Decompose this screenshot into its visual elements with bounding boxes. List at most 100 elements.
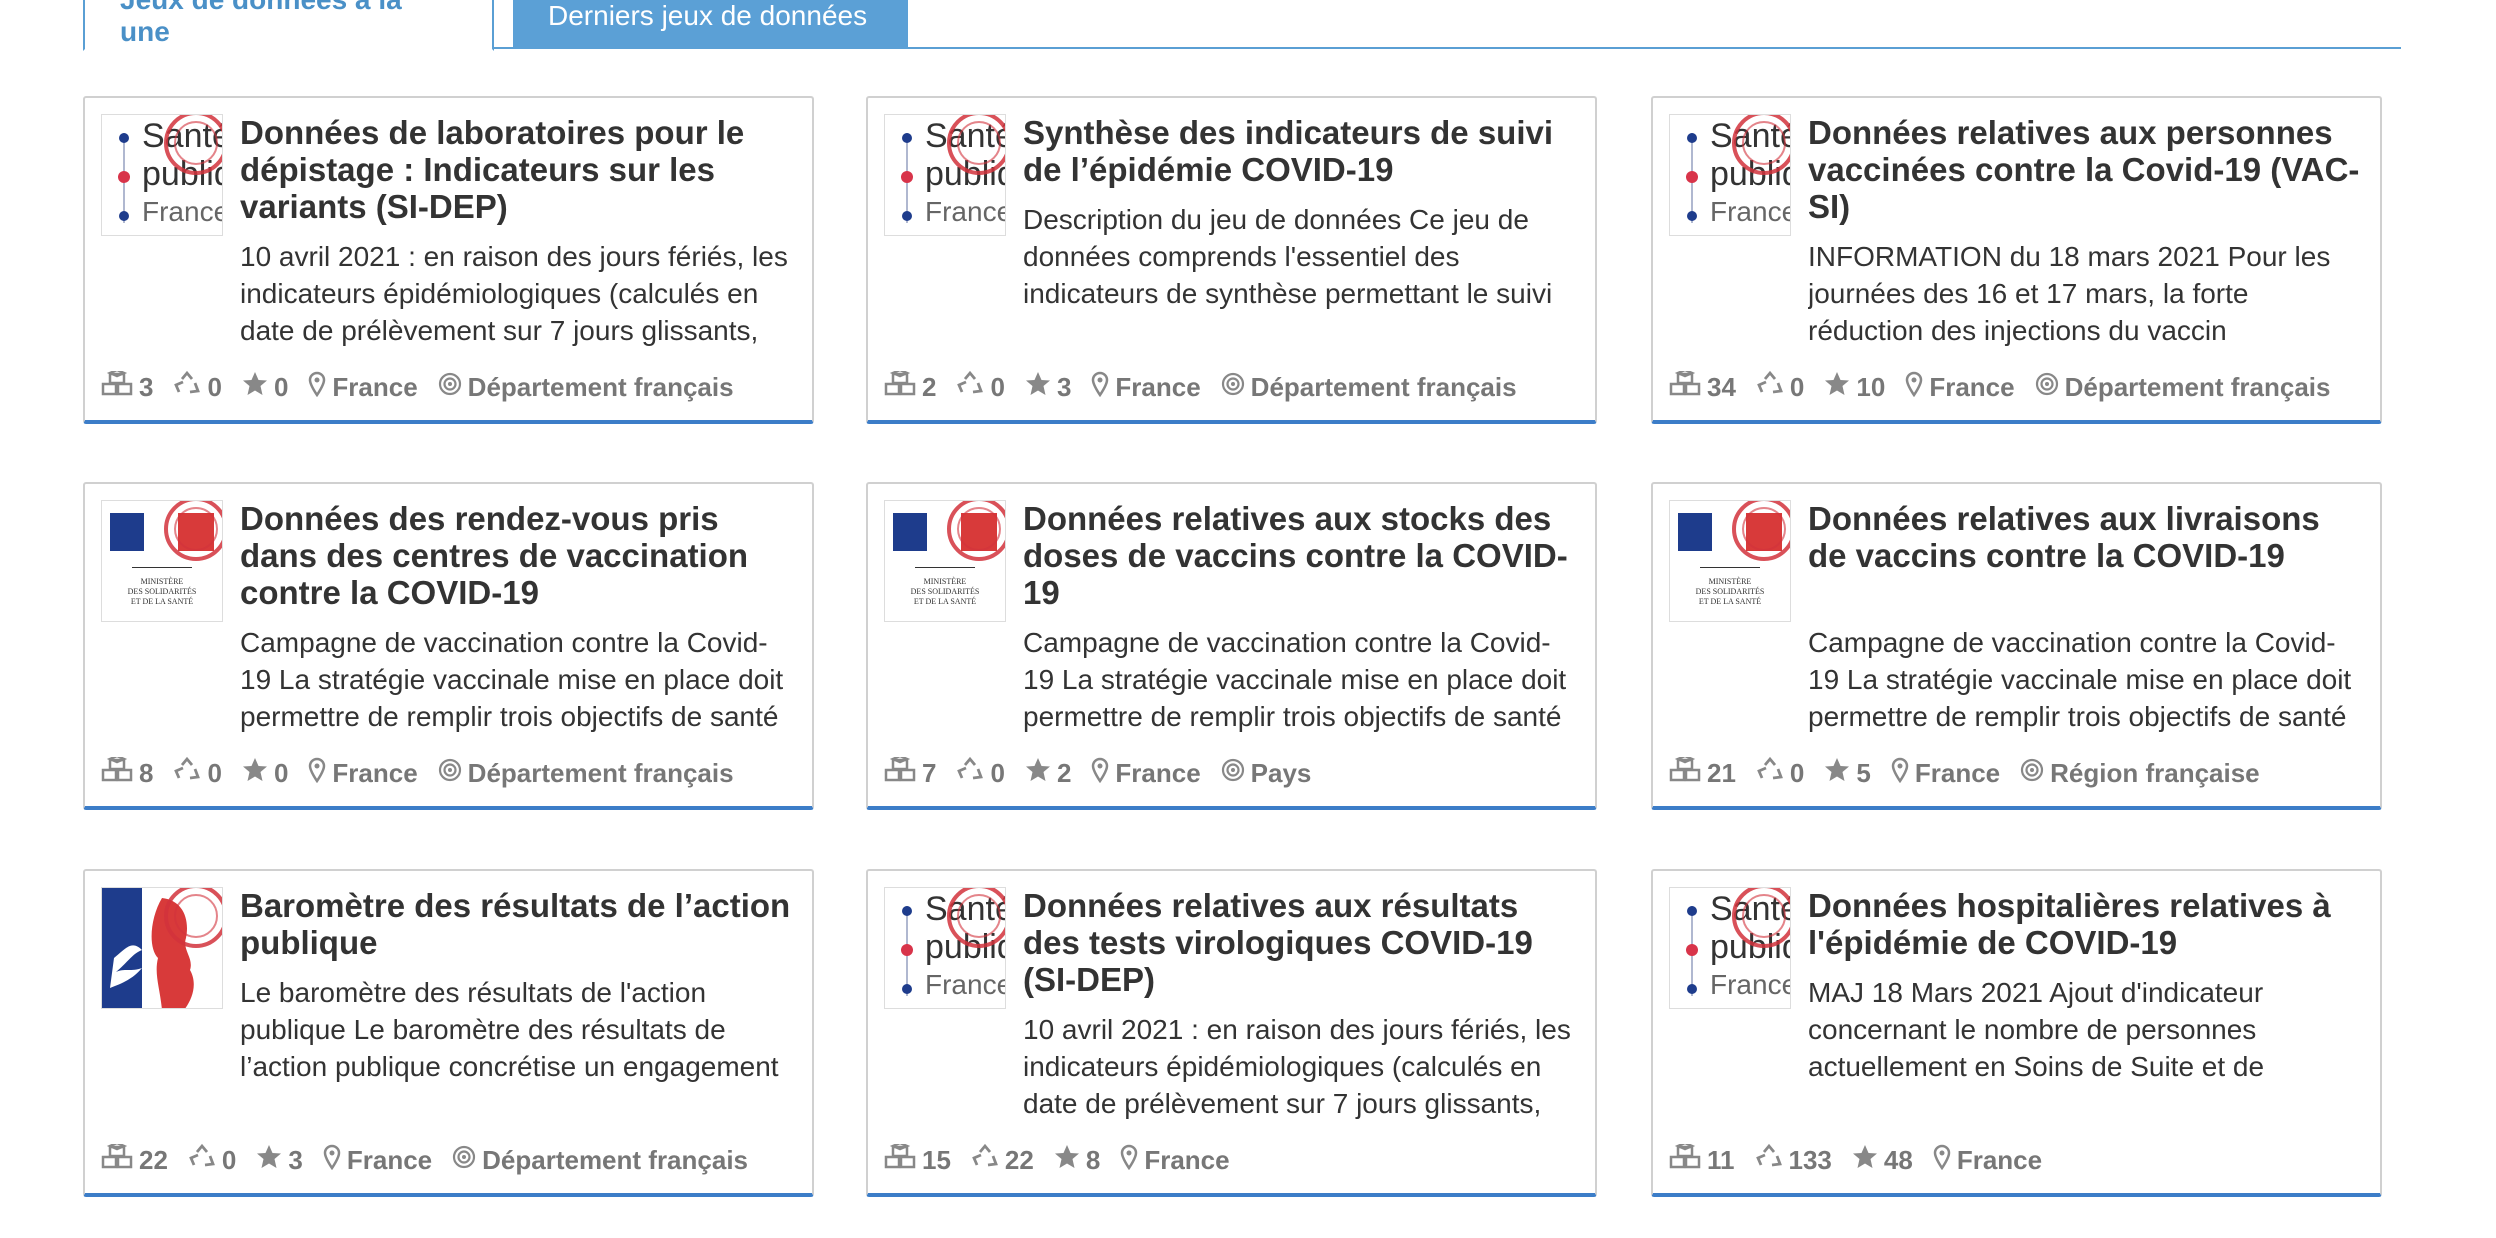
map-marker-icon — [1905, 371, 1929, 404]
star-icon — [1852, 1144, 1884, 1177]
logo-line: DES SOLIDARITÉS — [1695, 587, 1765, 596]
cubes-icon — [1669, 370, 1707, 404]
reuses-count: 133 — [1755, 1143, 1832, 1177]
followers-count: 2 — [1025, 757, 1071, 790]
tab-latest-datasets[interactable]: Derniers jeux de données — [513, 0, 908, 49]
dataset-title[interactable]: Données relatives aux stocks des doses d… — [1023, 500, 1581, 611]
spatial-granularity: Région française — [2020, 758, 2260, 789]
reuses-count: 0 — [188, 1143, 236, 1177]
dataset-card[interactable]: SantépubliqueFranceDonnées relatives aux… — [866, 869, 1597, 1197]
recycle-icon — [1756, 756, 1790, 790]
followers-count: 3 — [1025, 371, 1071, 404]
dataset-card[interactable]: MINISTÈRE DES SOLIDARITÉS ET DE LA SANTÉ Do… — [1651, 482, 2382, 810]
certified-stamp-icon — [164, 501, 222, 561]
dataset-metadata: 34 0 10 France Département français — [1669, 370, 2366, 404]
map-marker-icon — [308, 371, 332, 404]
spatial-granularity: Département français — [2035, 372, 2330, 403]
dataset-metadata: 3 0 0 France Département français — [101, 370, 798, 404]
spatial-zone: France — [308, 371, 418, 404]
bullseye-icon — [2020, 758, 2050, 789]
reuses-count: 0 — [956, 370, 1005, 404]
dataset-title[interactable]: Synthèse des indicateurs de suivi de l’é… — [1023, 114, 1581, 188]
star-icon — [1025, 757, 1057, 790]
bullseye-icon — [1221, 758, 1251, 789]
resources-count: 15 — [884, 1143, 951, 1177]
spatial-granularity: Pays — [1221, 758, 1311, 789]
map-marker-icon — [1933, 1144, 1957, 1177]
recycle-icon — [173, 756, 207, 790]
logo-line: ET DE LA SANTÉ — [1698, 597, 1762, 606]
cubes-icon — [884, 370, 922, 404]
organization-logo[interactable]: SantépubliqueFrance — [884, 887, 1006, 1009]
spatial-granularity: Département français — [438, 758, 734, 789]
logo-word: France — [1710, 969, 1791, 1000]
star-icon — [1025, 371, 1057, 404]
dataset-card[interactable]: SantépubliqueFranceDonnées relatives aux… — [1651, 96, 2382, 424]
bullseye-icon — [438, 372, 468, 403]
resources-count: 11 — [1669, 1143, 1735, 1177]
dataset-title[interactable]: Données relatives aux résultats des test… — [1023, 887, 1581, 998]
certified-stamp-icon — [947, 115, 1005, 175]
organization-logo[interactable]: SantépubliqueFrance — [1669, 114, 1791, 236]
organization-logo[interactable]: MINISTÈRE DES SOLIDARITÉS ET DE LA SANTÉ — [1669, 500, 1791, 622]
dataset-title[interactable]: Données de laboratoires pour le dépistag… — [240, 114, 798, 225]
organization-logo[interactable]: MINISTÈRE DES SOLIDARITÉS ET DE LA SANTÉ — [884, 500, 1006, 622]
logo-line: MINISTÈRE — [140, 577, 184, 586]
certified-stamp-icon — [164, 115, 222, 175]
dataset-metadata: 22 0 3 France Département français — [101, 1143, 798, 1177]
dataset-card[interactable]: SantépubliqueFranceSynthèse des indicate… — [866, 96, 1597, 424]
tab-featured-datasets[interactable]: Jeux de données à la une — [83, 0, 494, 51]
dataset-title[interactable]: Données relatives aux livraisons de vacc… — [1808, 500, 2366, 574]
bullseye-icon — [1221, 372, 1251, 403]
organization-logo[interactable]: MINISTÈRE DES SOLIDARITÉS ET DE LA SANTÉ — [101, 500, 223, 622]
organization-logo[interactable]: SantépubliqueFrance — [101, 114, 223, 236]
dataset-tabs: Jeux de données à la une Derniers jeux d… — [83, 0, 2401, 51]
dataset-card[interactable]: MINISTÈRE DES SOLIDARITÉS ET DE LA SANTÉ Do… — [83, 482, 814, 810]
logo-word: France — [925, 196, 1006, 227]
dataset-title[interactable]: Données relatives aux personnes vaccinée… — [1808, 114, 2366, 225]
certified-stamp-icon — [164, 888, 222, 948]
dataset-card[interactable]: SantépubliqueFranceDonnées hospitalières… — [1651, 869, 2382, 1197]
certified-stamp-icon — [1732, 501, 1790, 561]
spatial-zone: France — [308, 757, 418, 790]
map-marker-icon — [1091, 757, 1115, 790]
dataset-description: 10 avril 2021 : en raison des jours féri… — [240, 241, 788, 346]
organization-logo[interactable]: SantépubliqueFrance — [884, 114, 1006, 236]
map-marker-icon — [1091, 371, 1115, 404]
cubes-icon — [101, 1143, 139, 1177]
star-icon — [1824, 371, 1856, 404]
dataset-card[interactable]: MINISTÈRE DES SOLIDARITÉS ET DE LA SANTÉ Do… — [866, 482, 1597, 810]
resources-count: 34 — [1669, 370, 1736, 404]
dataset-metadata: 15 22 8 France — [884, 1143, 1581, 1177]
dataset-card[interactable]: SantépubliqueFranceDonnées de laboratoir… — [83, 96, 814, 424]
recycle-icon — [956, 756, 990, 790]
dataset-description: Campagne de vaccination contre la Covid-… — [1808, 627, 2352, 732]
dataset-metadata: 2 0 3 France Département français — [884, 370, 1581, 404]
reuses-count: 0 — [173, 370, 222, 404]
dataset-title[interactable]: Baromètre des résultats de l’action publ… — [240, 887, 798, 961]
organization-logo[interactable] — [101, 887, 223, 1009]
dataset-metadata: 21 0 5 France Région française — [1669, 756, 2366, 790]
spatial-zone: France — [1120, 1144, 1230, 1177]
dataset-title[interactable]: Données hospitalières relatives à l'épid… — [1808, 887, 2366, 961]
star-icon — [242, 757, 274, 790]
dataset-description: Description du jeu de données Ce jeu de … — [1023, 204, 1553, 309]
dataset-description: 10 avril 2021 : en raison des jours féri… — [1023, 1014, 1571, 1119]
map-marker-icon — [1891, 757, 1915, 790]
logo-line: DES SOLIDARITÉS — [127, 587, 197, 596]
followers-count: 0 — [242, 371, 288, 404]
cubes-icon — [1669, 756, 1707, 790]
star-icon — [1054, 1144, 1086, 1177]
dataset-title[interactable]: Données des rendez-vous pris dans des ce… — [240, 500, 798, 611]
spatial-zone: France — [323, 1144, 432, 1177]
organization-logo[interactable]: SantépubliqueFrance — [1669, 887, 1791, 1009]
cubes-icon — [101, 756, 139, 790]
dataset-card[interactable]: Baromètre des résultats de l’action publ… — [83, 869, 814, 1197]
star-icon — [256, 1144, 288, 1177]
spatial-granularity: Département français — [438, 372, 734, 403]
spatial-granularity: Département français — [1221, 372, 1517, 403]
spatial-zone: France — [1891, 757, 2000, 790]
map-marker-icon — [1120, 1144, 1144, 1177]
reuses-count: 22 — [971, 1143, 1034, 1177]
recycle-icon — [188, 1143, 222, 1177]
